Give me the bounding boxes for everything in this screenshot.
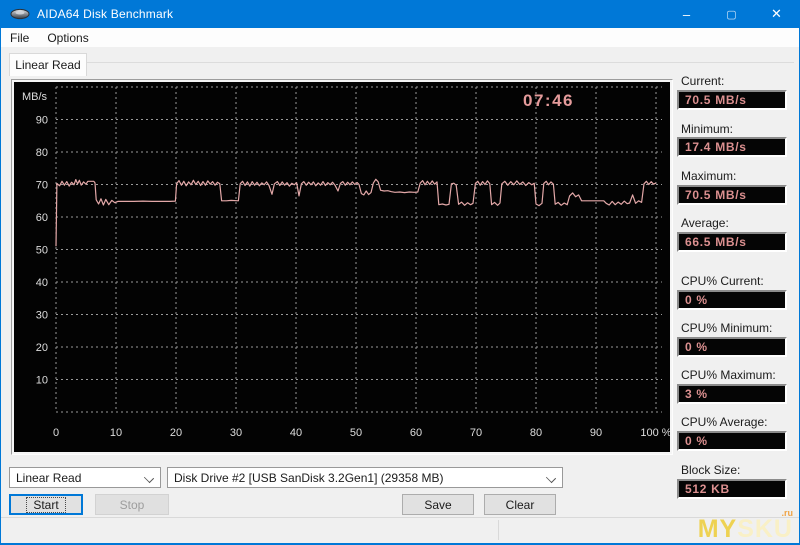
y-tick-label: 80 xyxy=(36,147,48,159)
chevron-down-icon xyxy=(545,472,557,484)
x-tick-label: 40 xyxy=(290,427,302,439)
stat-current-label: Current: xyxy=(681,74,725,88)
elapsed-time: 07:46 xyxy=(523,91,574,110)
disk-drive-select[interactable]: Disk Drive #2 [USB SanDisk 3.2Gen1] (293… xyxy=(167,467,563,488)
save-button[interactable]: Save xyxy=(402,494,474,515)
aida64-disk-benchmark-window: AIDA64 Disk Benchmark – ▢ ✕ File Options… xyxy=(0,0,800,545)
y-tick-label: 90 xyxy=(36,115,48,127)
status-bar xyxy=(1,517,799,543)
x-tick-label: 70 xyxy=(470,427,482,439)
clear-button-label: Clear xyxy=(505,497,535,512)
x-tick-label: 0 xyxy=(53,427,59,439)
y-tick-label: 20 xyxy=(36,342,48,354)
x-tick-label: 30 xyxy=(230,427,242,439)
stat-cpu-maximum-label: CPU% Maximum: xyxy=(681,368,776,382)
tab-linear-read[interactable]: Linear Read xyxy=(9,53,87,76)
benchmark-type-select[interactable]: Linear Read xyxy=(9,467,161,488)
stop-button[interactable]: Stop xyxy=(95,494,169,515)
save-button-label: Save xyxy=(424,497,452,512)
benchmark-chart-panel: 10 20 30 40 50 60 70 80 90 MB/s 0 10 20 30 40 50 60 70 80 9… xyxy=(11,79,673,455)
menu-file[interactable]: File xyxy=(1,29,38,47)
stat-block-size-value: 512 KB xyxy=(677,479,787,499)
stop-button-label: Stop xyxy=(119,497,145,512)
y-tick-label: 60 xyxy=(36,212,48,224)
x-tick-label: 80 xyxy=(530,427,542,439)
status-bar-divider xyxy=(498,520,499,540)
stat-maximum-value: 70.5 MB/s xyxy=(677,185,787,205)
chevron-down-icon xyxy=(143,472,155,484)
start-button[interactable]: Start xyxy=(9,494,83,515)
stat-maximum-label: Maximum: xyxy=(681,169,737,183)
stat-current-value: 70.5 MB/s xyxy=(677,90,787,110)
x-tick-label: 20 xyxy=(170,427,182,439)
benchmark-type-value: Linear Read xyxy=(16,470,82,485)
window-title: AIDA64 Disk Benchmark xyxy=(37,7,174,21)
stat-block-size-label: Block Size: xyxy=(681,463,741,477)
title-bar: AIDA64 Disk Benchmark – ▢ ✕ xyxy=(1,0,799,28)
watermark-part2: SKU xyxy=(737,515,793,543)
stat-minimum-label: Minimum: xyxy=(681,122,734,136)
stat-average-value: 66.5 MB/s xyxy=(677,232,787,252)
y-axis-title: MB/s xyxy=(22,91,48,103)
tab-pane-border xyxy=(87,62,794,63)
watermark-suffix: .ru xyxy=(781,508,793,518)
menu-options[interactable]: Options xyxy=(38,29,97,47)
stat-cpu-average-value: 0 % xyxy=(677,431,787,451)
y-tick-label: 10 xyxy=(36,375,48,387)
y-tick-label: 70 xyxy=(36,180,48,192)
maximize-icon[interactable]: ▢ xyxy=(709,0,754,28)
start-button-label: Start xyxy=(26,496,66,513)
y-tick-label: 30 xyxy=(36,310,48,322)
aida64-app-icon xyxy=(10,8,30,20)
clear-button[interactable]: Clear xyxy=(484,494,556,515)
stat-cpu-current-value: 0 % xyxy=(677,290,787,310)
minimize-icon[interactable]: – xyxy=(664,0,709,28)
x-tick-label: 10 xyxy=(110,427,122,439)
stat-average-label: Average: xyxy=(681,216,729,230)
x-tick-label: 60 xyxy=(410,427,422,439)
y-tick-label: 40 xyxy=(36,277,48,289)
stat-cpu-current-label: CPU% Current: xyxy=(681,274,764,288)
stat-cpu-minimum-value: 0 % xyxy=(677,337,787,357)
close-icon[interactable]: ✕ xyxy=(754,0,799,28)
x-tick-label: 50 xyxy=(350,427,362,439)
x-tick-label: 100 % xyxy=(640,427,670,439)
y-tick-label: 50 xyxy=(36,245,48,257)
watermark-part1: MY xyxy=(697,515,738,543)
stat-cpu-minimum-label: CPU% Minimum: xyxy=(681,321,773,335)
stat-cpu-average-label: CPU% Average: xyxy=(681,415,768,429)
stat-cpu-maximum-value: 3 % xyxy=(677,384,787,404)
x-tick-label: 90 xyxy=(590,427,602,439)
chart-plot-area: 10 20 30 40 50 60 70 80 90 MB/s 0 10 20 30 40 50 60 70 80 9… xyxy=(14,82,672,452)
stat-minimum-value: 17.4 MB/s xyxy=(677,137,787,157)
benchmark-chart: 10 20 30 40 50 60 70 80 90 MB/s 0 10 20 30 40 50 60 70 80 9… xyxy=(22,86,672,439)
disk-drive-value: Disk Drive #2 [USB SanDisk 3.2Gen1] (293… xyxy=(174,470,444,485)
watermark: MYSKU .ru xyxy=(697,509,793,543)
menu-bar: File Options xyxy=(1,28,799,47)
